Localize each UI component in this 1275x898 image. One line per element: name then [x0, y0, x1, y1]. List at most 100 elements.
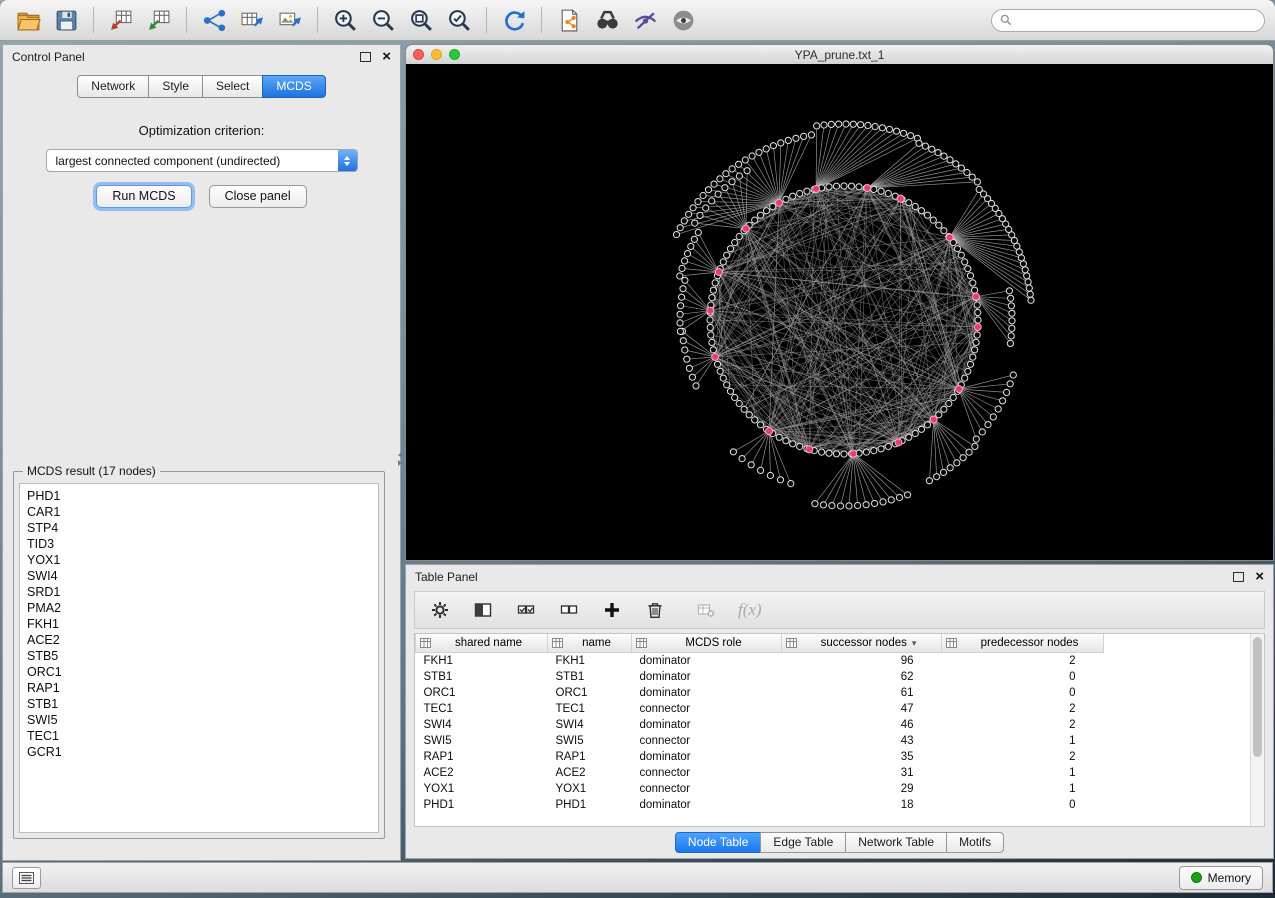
close-panel-icon[interactable]: × [382, 52, 391, 62]
tab-select[interactable]: Select [202, 75, 263, 98]
table-row[interactable]: PHD1PHD1dominator180 [416, 797, 1104, 813]
table-row[interactable]: SWI4SWI4dominator462 [416, 717, 1104, 733]
mcds-result-item[interactable]: PHD1 [27, 488, 371, 504]
import-network-button[interactable] [103, 3, 139, 37]
mcds-result-item[interactable]: STB5 [27, 648, 371, 664]
tab-node-table[interactable]: Node Table [675, 832, 762, 853]
export-network-button[interactable] [196, 3, 232, 37]
run-mcds-button[interactable]: Run MCDS [96, 185, 191, 208]
column-header-shared-name[interactable]: shared name [416, 634, 548, 653]
mcds-result-item[interactable]: TID3 [27, 536, 371, 552]
mcds-result-item[interactable]: STB1 [27, 696, 371, 712]
table-cell: dominator [632, 669, 782, 685]
table-mode-button[interactable] [429, 599, 451, 621]
close-window-button[interactable] [413, 49, 424, 60]
table-cell: connector [632, 701, 782, 717]
export-image-button[interactable] [272, 3, 308, 37]
apply-layout-button[interactable] [496, 3, 532, 37]
tab-network[interactable]: Network [77, 75, 149, 98]
node-table: shared namenameMCDS rolesuccessor nodes▾… [414, 633, 1265, 827]
sort-indicator-icon: ▾ [912, 638, 917, 648]
table-cell: 1 [942, 733, 1104, 749]
select-all-columns-button[interactable] [515, 599, 537, 621]
mcds-result-item[interactable]: YOX1 [27, 552, 371, 568]
table-row[interactable]: STB1STB1dominator620 [416, 669, 1104, 685]
zoom-in-icon [333, 8, 358, 33]
optimization-dropdown[interactable]: largest connected component (undirected) [46, 149, 358, 172]
close-table-panel-icon[interactable]: × [1255, 572, 1264, 582]
table-cell: dominator [632, 685, 782, 701]
save-session-button[interactable] [48, 3, 84, 37]
trash-icon [646, 601, 664, 619]
zoom-selected-button[interactable] [441, 3, 477, 37]
table-row[interactable]: ACE2ACE2connector311 [416, 765, 1104, 781]
import-table-button[interactable] [141, 3, 177, 37]
mcds-result-item[interactable]: SRD1 [27, 584, 371, 600]
memory-button[interactable]: Memory [1179, 866, 1263, 890]
table-cell: connector [632, 781, 782, 797]
search-input[interactable] [1017, 12, 1256, 28]
tab-mcds[interactable]: MCDS [262, 75, 325, 98]
splitter-arrows-icon[interactable] [398, 452, 402, 466]
mcds-result-item[interactable]: CAR1 [27, 504, 371, 520]
table-row[interactable]: FKH1FKH1dominator962 [416, 653, 1104, 670]
minimize-window-button[interactable] [431, 49, 442, 60]
tab-network-table[interactable]: Network Table [845, 832, 947, 853]
table-cell: dominator [632, 653, 782, 670]
first-neighbors-button[interactable] [589, 3, 625, 37]
table-row[interactable]: YOX1YOX1connector291 [416, 781, 1104, 797]
function-builder-button[interactable]: f(x) [738, 600, 762, 620]
hide-selected-button[interactable] [627, 3, 663, 37]
tab-style[interactable]: Style [148, 75, 203, 98]
mcds-result-item[interactable]: SWI5 [27, 712, 371, 728]
column-header-MCDS-role[interactable]: MCDS role [632, 634, 782, 653]
mcds-result-item[interactable]: ORC1 [27, 664, 371, 680]
zoom-fit-button[interactable] [403, 3, 439, 37]
toolbar-separator [486, 7, 487, 33]
table-scrollbar-thumb[interactable] [1253, 637, 1262, 757]
mcds-result-item[interactable]: STP4 [27, 520, 371, 536]
column-header-predecessor-nodes[interactable]: predecessor nodes [942, 634, 1104, 653]
maximize-window-button[interactable] [449, 49, 460, 60]
zoom-in-button[interactable] [327, 3, 363, 37]
unselect-all-columns-button[interactable] [558, 599, 580, 621]
table-row[interactable]: SWI5SWI5connector431 [416, 733, 1104, 749]
mcds-result-item[interactable]: FKH1 [27, 616, 371, 632]
mcds-result-item[interactable]: PMA2 [27, 600, 371, 616]
mcds-buttons-row: Run MCDS Close panel [3, 185, 400, 208]
column-header-successor-nodes[interactable]: successor nodes▾ [782, 634, 942, 653]
export-table-button[interactable] [234, 3, 270, 37]
zoom-out-button[interactable] [365, 3, 401, 37]
network-titlebar[interactable]: YPA_prune.txt_1 [406, 45, 1273, 65]
mcds-result-item[interactable]: GCR1 [27, 744, 371, 760]
show-columns-button[interactable] [472, 599, 494, 621]
column-header-name[interactable]: name [548, 634, 632, 653]
table-cell: 0 [942, 669, 1104, 685]
search-box[interactable] [991, 9, 1265, 32]
network-window: YPA_prune.txt_1 [405, 44, 1274, 561]
ui-options-button[interactable] [12, 867, 41, 889]
table-cell: ORC1 [548, 685, 632, 701]
tab-edge-table[interactable]: Edge Table [760, 832, 846, 853]
table-row[interactable]: TEC1TEC1connector472 [416, 701, 1104, 717]
float-table-panel-icon[interactable] [1233, 572, 1244, 582]
network-title: YPA_prune.txt_1 [406, 48, 1273, 62]
mcds-result-item[interactable]: ACE2 [27, 632, 371, 648]
mcds-result-item[interactable]: RAP1 [27, 680, 371, 696]
network-canvas[interactable] [406, 64, 1273, 560]
table-row[interactable]: ORC1ORC1dominator610 [416, 685, 1104, 701]
show-all-button[interactable] [665, 3, 701, 37]
close-mcds-panel-button[interactable]: Close panel [209, 185, 307, 208]
share-document-button[interactable] [551, 3, 587, 37]
delete-table-button[interactable] [695, 599, 717, 621]
open-session-button[interactable] [10, 3, 46, 37]
delete-columns-button[interactable] [644, 599, 666, 621]
float-panel-icon[interactable] [360, 52, 371, 62]
create-column-button[interactable] [601, 599, 623, 621]
mcds-result-item[interactable]: SWI4 [27, 568, 371, 584]
table-cell: 2 [942, 653, 1104, 670]
table-row[interactable]: RAP1RAP1dominator352 [416, 749, 1104, 765]
tab-motifs[interactable]: Motifs [946, 832, 1004, 853]
table-scrollbar[interactable] [1250, 634, 1264, 826]
mcds-result-item[interactable]: TEC1 [27, 728, 371, 744]
